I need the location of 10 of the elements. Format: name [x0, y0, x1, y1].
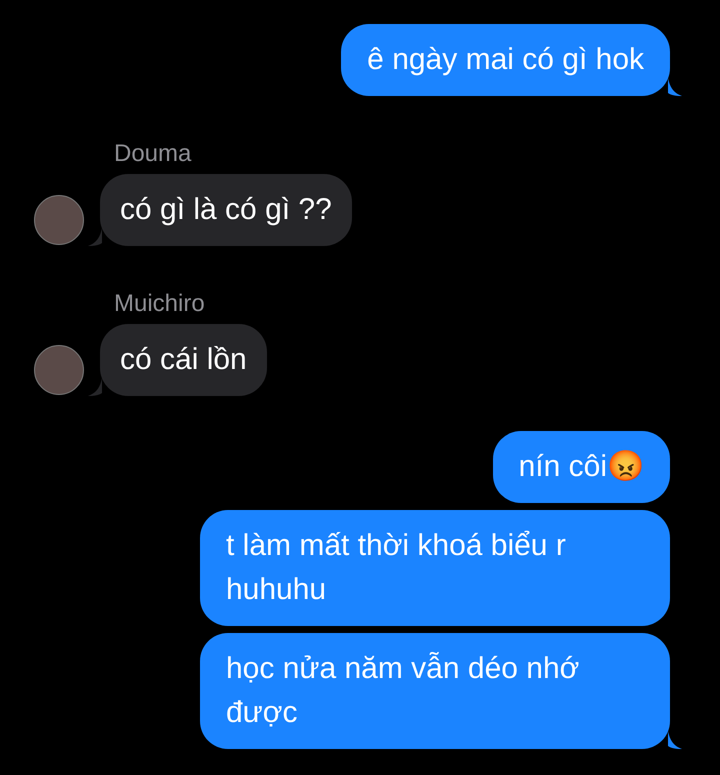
- sent-message-bubble: học nửa năm vẫn déo nhớ được: [200, 633, 670, 749]
- avatar[interactable]: [34, 195, 84, 245]
- sent-message-bubble: ê ngày mai có gì hok: [341, 24, 670, 96]
- sent-message-bubble: t làm mất thời khoá biểu r huhuhu: [200, 510, 670, 626]
- received-message-bubble: có cái lồn: [100, 324, 267, 396]
- received-message-bubble: có gì là có gì ??: [100, 174, 352, 246]
- avatar[interactable]: [34, 345, 84, 395]
- sent-message-bubble: nín côi😡: [492, 431, 670, 503]
- sender-name: Muichiro: [114, 290, 206, 318]
- sender-name: Douma: [114, 140, 192, 168]
